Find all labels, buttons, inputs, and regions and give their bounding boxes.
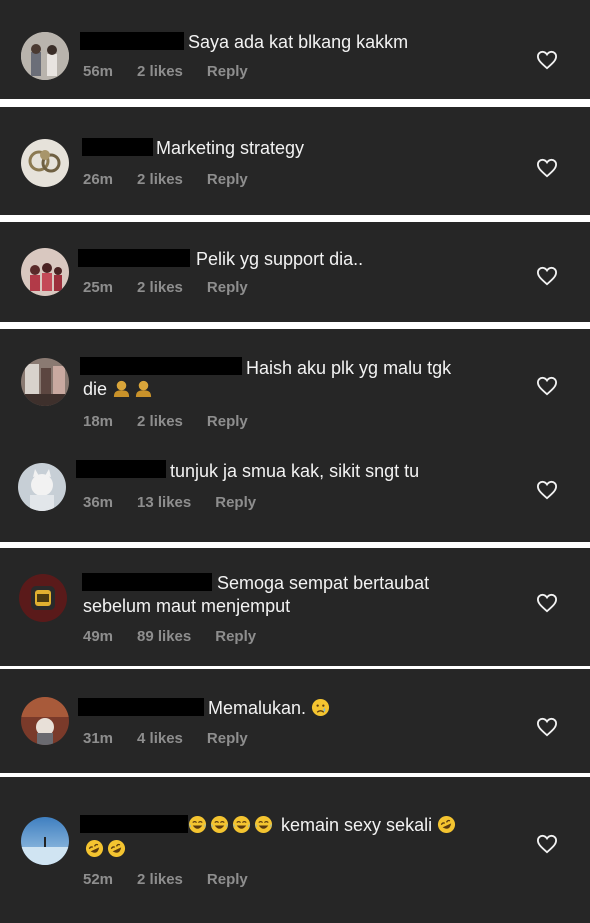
comment-text-line2: sebelum maut menjemput (83, 596, 291, 616)
comment-text: kemain sexy sekali (188, 813, 459, 837)
comment-time: 18m (83, 413, 114, 430)
heart-outline-icon[interactable] (536, 158, 558, 178)
reply-button[interactable]: Reply (207, 171, 248, 188)
heart-outline-icon[interactable] (536, 50, 558, 70)
comment-card: Semoga sempat bertaubat sebelum maut men… (0, 548, 590, 666)
redacted-username (82, 573, 212, 591)
comment-card: Haish aku plk yg malu tgk die 18m 2 likes… (0, 329, 590, 542)
like-count[interactable]: 2 likes (137, 279, 183, 296)
comment-meta: 36m 13 likes Reply (83, 494, 256, 511)
avatar[interactable] (21, 32, 69, 80)
avatar[interactable] (21, 248, 69, 296)
comment-text-line2 (85, 837, 129, 861)
reply-button[interactable]: Reply (207, 871, 248, 888)
comment-time: 36m (83, 494, 114, 511)
comment-text: tunjuk ja smua kak, sikit sngt tu (170, 461, 420, 481)
comment-meta: 18m 2 likes Reply (83, 413, 248, 430)
comment-meta: 26m 2 likes Reply (83, 171, 248, 188)
laughing-tears-emoji (232, 815, 251, 834)
comment-text: Haish aku plk yg malu tgk (246, 358, 452, 378)
comment-text-line2: die (83, 377, 156, 401)
comment-card: kemain sexy sekali 52m 2 likes Reply (0, 777, 590, 923)
redacted-username (80, 32, 184, 50)
comment-meta: 25m 2 likes Reply (83, 279, 248, 296)
like-count[interactable]: 13 likes (137, 494, 191, 511)
comment-text-wrap: die (83, 379, 108, 399)
heart-outline-icon[interactable] (536, 717, 558, 737)
comment-card: Saya ada kat blkang kakkm 56m 2 likes Repl… (0, 0, 590, 99)
redacted-username (78, 249, 190, 267)
like-count[interactable]: 2 likes (137, 63, 183, 80)
like-count[interactable]: 2 likes (137, 871, 183, 888)
comment-text: Memalukan. (208, 696, 333, 720)
reply-button[interactable]: Reply (207, 730, 248, 747)
laughing-tears-emoji (188, 815, 207, 834)
reply-button[interactable]: Reply (207, 413, 248, 430)
comment-time: 25m (83, 279, 114, 296)
rolling-laughing-emoji (107, 839, 126, 858)
comment-time: 49m (83, 628, 114, 645)
avatar[interactable] (21, 358, 69, 406)
rolling-laughing-emoji (438, 815, 456, 834)
comment-time: 52m (83, 871, 114, 888)
comment-time: 31m (83, 730, 114, 747)
heart-outline-icon[interactable] (536, 266, 558, 286)
golden-bust-emoji (113, 380, 130, 398)
comment-time: 56m (83, 63, 114, 80)
like-count[interactable]: 2 likes (137, 413, 183, 430)
comment-card: Marketing strategy 26m 2 likes Reply (0, 107, 590, 215)
laughing-tears-emoji (210, 815, 229, 834)
reply-button[interactable]: Reply (207, 279, 248, 296)
comment-text: Pelik yg support dia.. (196, 249, 364, 269)
comment-card: Memalukan. 31m 4 likes Reply (0, 669, 590, 773)
comment-text-body: Memalukan. (208, 698, 307, 718)
comment-time: 26m (83, 171, 114, 188)
like-count[interactable]: 89 likes (137, 628, 191, 645)
avatar[interactable] (21, 139, 69, 187)
like-count[interactable]: 2 likes (137, 171, 183, 188)
heart-outline-icon[interactable] (536, 376, 558, 396)
comment-text-body: kemain sexy sekali (281, 815, 433, 835)
crying-face-emoji (312, 698, 330, 717)
avatar[interactable] (21, 817, 69, 865)
comment-text: Saya ada kat blkang kakkm (188, 32, 409, 52)
avatar[interactable] (21, 697, 69, 745)
redacted-username (80, 357, 242, 375)
redacted-username (80, 815, 188, 833)
heart-outline-icon[interactable] (536, 480, 558, 500)
comment-meta: 56m 2 likes Reply (83, 63, 248, 80)
avatar[interactable] (19, 574, 67, 622)
comment-meta: 31m 4 likes Reply (83, 730, 248, 747)
reply-button[interactable]: Reply (215, 628, 256, 645)
reply-button[interactable]: Reply (215, 494, 256, 511)
redacted-username (78, 698, 204, 716)
avatar[interactable] (18, 463, 66, 511)
laughing-tears-emoji (254, 815, 273, 834)
comment-meta: 52m 2 likes Reply (83, 871, 248, 888)
like-count[interactable]: 4 likes (137, 730, 183, 747)
reply-button[interactable]: Reply (207, 63, 248, 80)
redacted-username (76, 460, 166, 478)
heart-outline-icon[interactable] (536, 593, 558, 613)
comment-text: Semoga sempat bertaubat (217, 573, 430, 593)
heart-outline-icon[interactable] (536, 834, 558, 854)
redacted-username (82, 138, 153, 156)
rolling-laughing-emoji (85, 839, 104, 858)
comment-text: Marketing strategy (156, 138, 305, 158)
comment-meta: 49m 89 likes Reply (83, 628, 256, 645)
comment-card: Pelik yg support dia.. 25m 2 likes Reply (0, 222, 590, 322)
golden-bust-emoji (135, 380, 152, 398)
